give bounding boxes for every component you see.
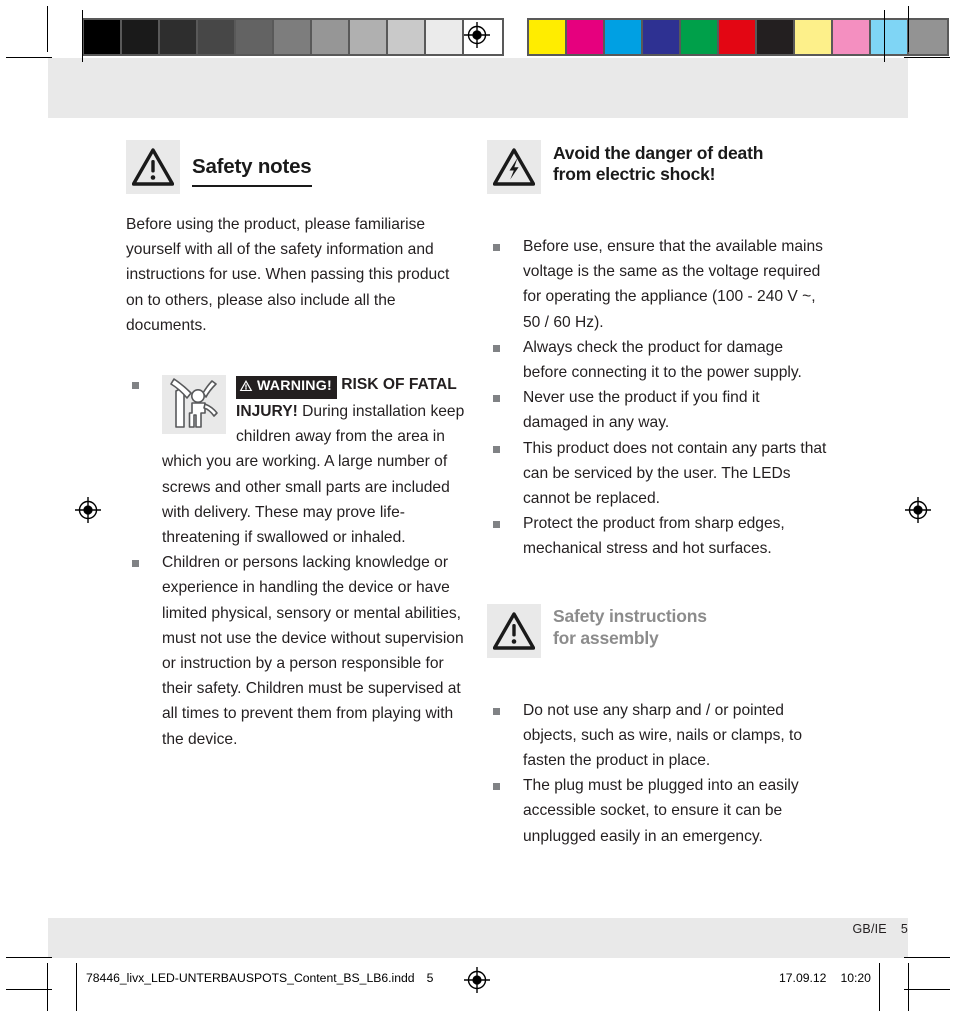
assembly-bullet-list: Do not use any sharp and / or pointed ob… bbox=[487, 698, 827, 849]
electric-shock-heading: Avoid the danger of death from electric s… bbox=[487, 140, 827, 194]
slug-line-right: 17.09.12 10:20 bbox=[779, 971, 871, 985]
list-item: Do not use any sharp and / or pointed ob… bbox=[487, 698, 827, 774]
page-title: Safety notes bbox=[192, 155, 312, 188]
left-bullet-list: WARNING! RISK OF FATAL INJURY! During in… bbox=[126, 372, 466, 752]
electric-title-line-2: from electric shock! bbox=[553, 164, 716, 184]
left-column: Safety notes Before using the product, p… bbox=[126, 140, 466, 752]
page-content: Safety notes Before using the product, p… bbox=[0, 0, 954, 1018]
list-item: Before use, ensure that the available ma… bbox=[487, 234, 827, 335]
list-item-text: Children or persons lacking knowledge or… bbox=[162, 554, 464, 748]
list-item-text: Never use the product if you find it dam… bbox=[523, 389, 760, 432]
bullet-square-icon bbox=[493, 521, 500, 529]
warning-badge-label: WARNING! bbox=[257, 378, 332, 395]
footer-locale: GB/IE bbox=[852, 922, 887, 936]
assembly-heading: Safety instructions for assembly bbox=[487, 603, 827, 658]
list-item-text: Before use, ensure that the available ma… bbox=[523, 238, 823, 331]
section-title-electric: Avoid the danger of death from electric s… bbox=[553, 143, 763, 192]
printed-page: Safety notes Before using the product, p… bbox=[0, 0, 954, 1018]
child-reaching-hazard-icon bbox=[162, 375, 226, 435]
section-title-assembly: Safety instructions for assembly bbox=[553, 606, 707, 655]
slug-date: 17.09.12 bbox=[779, 971, 827, 985]
list-item-text: Do not use any sharp and / or pointed ob… bbox=[523, 701, 803, 770]
bullet-square-icon bbox=[493, 707, 500, 715]
electric-bullet-list: Before use, ensure that the available ma… bbox=[487, 234, 827, 562]
assembly-title-line-1: Safety instructions bbox=[553, 606, 707, 627]
list-item-text: Protect the product from sharp edges, me… bbox=[523, 515, 785, 558]
electric-title-line-1: Avoid the danger of death bbox=[553, 142, 764, 163]
list-item: Protect the product from sharp edges, me… bbox=[487, 511, 827, 561]
bullet-square-icon bbox=[493, 783, 500, 791]
list-item: This product does not contain any parts … bbox=[487, 436, 827, 512]
list-item: The plug must be plugged into an easily … bbox=[487, 773, 827, 849]
electric-shock-triangle-icon bbox=[487, 140, 541, 194]
footer-page-number: 5 bbox=[900, 922, 908, 936]
warning-badge: WARNING! bbox=[236, 376, 337, 400]
list-item: Never use the product if you find it dam… bbox=[487, 385, 827, 435]
slug-line-left: 78446_livx_LED-UNTERBAUSPOTS_Content_BS_… bbox=[86, 971, 433, 985]
warning-triangle-small-icon bbox=[239, 379, 253, 397]
bullet-square-icon bbox=[132, 382, 139, 390]
assembly-title-line-2: for assembly bbox=[553, 627, 659, 648]
list-item: WARNING! RISK OF FATAL INJURY! During in… bbox=[126, 372, 466, 550]
right-column: Avoid the danger of death from electric s… bbox=[487, 140, 827, 849]
bullet-square-icon bbox=[132, 560, 139, 568]
slug-time: 10:20 bbox=[840, 971, 871, 985]
page-footer: GB/IE 5 bbox=[487, 922, 908, 936]
slug-filename: 78446_livx_LED-UNTERBAUSPOTS_Content_BS_… bbox=[86, 971, 415, 985]
bullet-square-icon bbox=[493, 395, 500, 403]
intro-paragraph: Before using the product, please familia… bbox=[126, 216, 450, 334]
safety-notes-heading: Safety notes bbox=[126, 140, 466, 194]
list-item-text: The plug must be plugged into an easily … bbox=[523, 777, 799, 845]
list-item-text: This product does not contain any parts … bbox=[523, 439, 827, 508]
warning-triangle-exclamation-icon bbox=[126, 140, 180, 194]
bullet-square-icon bbox=[493, 244, 500, 251]
list-item-text: Always check the product for damage befo… bbox=[523, 338, 802, 382]
slug-folio: 5 bbox=[426, 971, 434, 985]
bullet-square-icon bbox=[493, 445, 500, 453]
warning-triangle-exclamation-icon bbox=[487, 603, 541, 658]
list-item: Children or persons lacking knowledge or… bbox=[126, 550, 466, 752]
bullet-square-icon bbox=[493, 344, 500, 352]
list-item: Always check the product for damage befo… bbox=[487, 335, 827, 385]
